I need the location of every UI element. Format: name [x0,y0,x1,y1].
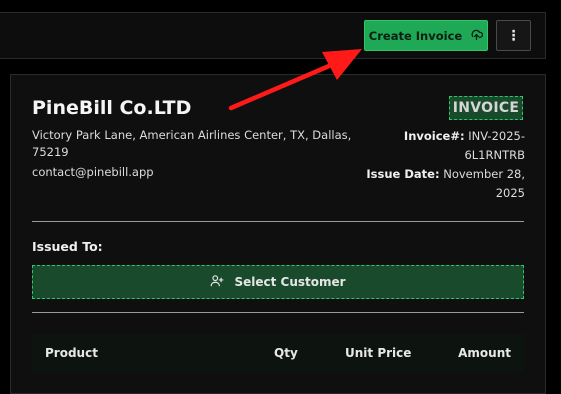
company-address: Victory Park Lane, American Airlines Cen… [32,128,352,159]
create-invoice-button[interactable]: Create Invoice [364,20,488,51]
invoice-number-row: Invoice#: INV-2025-6L1RNTRB [355,127,525,165]
column-header-unit-price: Unit Price [345,346,412,360]
items-table-header: Product Qty Unit Price Amount [32,334,524,372]
invoice-number-value: INV-2025-6L1RNTRB [464,129,525,162]
select-customer-button[interactable]: Select Customer [32,265,524,299]
header-divider [32,221,524,222]
customer-divider [32,312,524,313]
issue-date-row: Issue Date: November 28, 2025 [355,165,525,203]
company-name: PineBill Co.LTD [32,97,192,119]
invoice-number-label: Invoice#: [403,129,465,143]
invoice-badge: INVOICE [449,96,523,120]
create-invoice-label: Create Invoice [368,28,463,43]
issued-to-label: Issued To: [32,239,103,254]
column-header-product: Product [45,346,98,360]
column-header-qty: Qty [274,346,298,360]
invoice-meta: Invoice#: INV-2025-6L1RNTRB Issue Date: … [355,127,525,203]
more-vertical-icon: ⋮ [506,27,521,44]
user-plus-icon [210,274,224,290]
company-email: contact@pinebill.app [32,165,154,179]
issue-date-value: November 28, 2025 [443,167,525,200]
column-header-amount: Amount [458,346,511,360]
select-customer-label: Select Customer [234,275,346,289]
more-options-button[interactable]: ⋮ [496,20,531,51]
issue-date-label: Issue Date: [366,167,440,181]
cloud-upload-icon [470,28,484,43]
